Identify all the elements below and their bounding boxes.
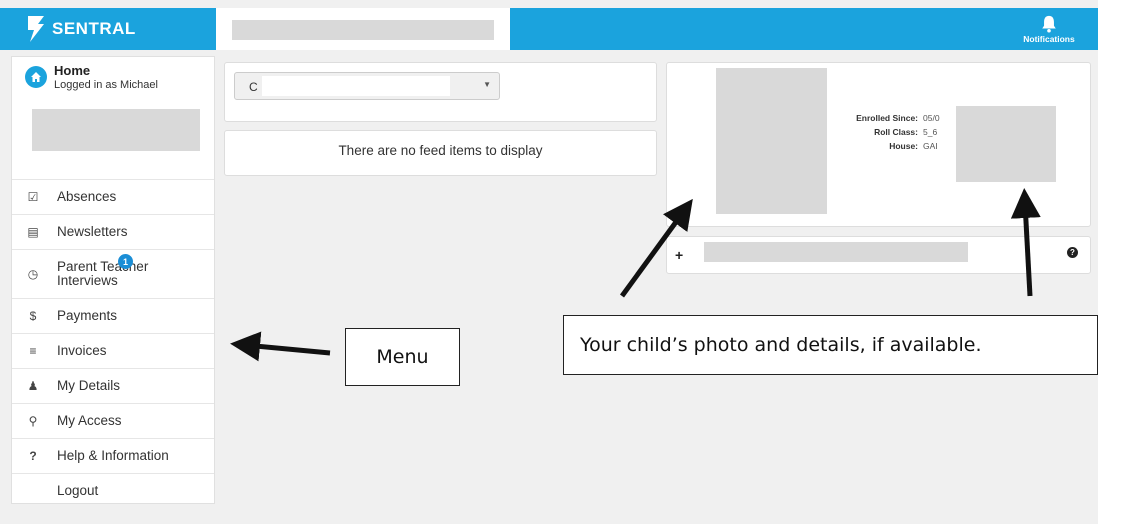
- sentral-logo[interactable]: SENTRAL: [24, 14, 136, 44]
- logged-in-as: Logged in as Michael: [54, 79, 158, 91]
- redacted-student-card: [32, 109, 200, 151]
- enrolled-since-label: Enrolled Since:: [856, 113, 918, 123]
- sidebar-item-label: Invoices: [57, 343, 107, 358]
- photo-callout-text: Your child’s photo and details, if avail…: [580, 334, 982, 356]
- clock-icon: ◷: [27, 267, 39, 281]
- sentral-s-icon: [28, 16, 44, 42]
- sidebar-item-label: Parent Teacher Interviews: [57, 259, 149, 288]
- notification-badge: 1: [118, 254, 133, 269]
- sidebar-item-invoices[interactable]: ≡ Invoices: [12, 333, 214, 368]
- user-icon: ♟: [27, 379, 39, 393]
- house-value: GAI: [923, 141, 938, 151]
- bell-icon: [1042, 15, 1056, 33]
- sidebar-item-label: My Details: [57, 378, 121, 393]
- sidebar-item-my-access[interactable]: ⚲ My Access: [12, 403, 214, 438]
- house-label: House:: [889, 141, 918, 151]
- redacted-panel-title: [704, 242, 968, 262]
- top-bar: SENTRAL Notifications: [0, 8, 1098, 50]
- sidebar-item-payments[interactable]: $ Payments: [12, 298, 214, 333]
- menu-callout-text: Menu: [376, 346, 429, 368]
- photo-callout: Your child’s photo and details, if avail…: [563, 315, 1098, 375]
- sidebar-item-label: Newsletters: [57, 224, 128, 239]
- sidebar-item-label: Help & Information: [57, 448, 169, 463]
- menu-list: ☑ Absences ▤ Newsletters ◷ Parent Teache…: [12, 179, 214, 508]
- student-select-value: C: [249, 80, 258, 94]
- sidebar-item-parent-teacher-interviews[interactable]: ◷ Parent Teacher Interviews 1: [12, 249, 214, 298]
- notifications-button[interactable]: Notifications: [1022, 12, 1076, 44]
- checkbox-icon: ☑: [27, 190, 39, 204]
- list-icon: ≡: [29, 344, 37, 358]
- sidebar-item-label: Logout: [57, 483, 99, 498]
- key-icon: ⚲: [28, 414, 38, 428]
- student-details: Enrolled Since: 05/0 Roll Class: 5_6 Hou…: [840, 111, 945, 153]
- sidebar-item-newsletters[interactable]: ▤ Newsletters: [12, 214, 214, 249]
- enrolled-since-value: 05/0: [923, 113, 940, 123]
- sidebar-item-label: My Access: [57, 413, 122, 428]
- newspaper-icon: ▤: [27, 225, 39, 239]
- notifications-label: Notifications: [1023, 34, 1075, 44]
- app-window: SENTRAL Notifications Home Logged in as …: [0, 0, 1098, 524]
- roll-class-value: 5_6: [923, 127, 938, 137]
- sidebar-item-absences[interactable]: ☑ Absences: [12, 179, 214, 214]
- menu-callout: Menu: [345, 328, 460, 386]
- feed-card: There are no feed items to display: [224, 130, 657, 176]
- redacted-search-content: [232, 20, 494, 40]
- sidebar-item-my-details[interactable]: ♟ My Details: [12, 368, 214, 403]
- brand-name: SENTRAL: [52, 19, 136, 38]
- sidebar-item-label: Payments: [57, 308, 118, 323]
- sidebar-home[interactable]: Home Logged in as Michael: [12, 57, 216, 181]
- dollar-icon: $: [29, 309, 37, 323]
- roll-class-label: Roll Class:: [874, 127, 918, 137]
- redacted-student-photo: [716, 68, 827, 214]
- plus-icon[interactable]: +: [675, 247, 683, 263]
- help-icon[interactable]: ?: [1067, 247, 1078, 258]
- sidebar-item-label: Absences: [57, 189, 117, 204]
- question-icon: ?: [29, 449, 37, 463]
- sidebar-item-logout[interactable]: Logout: [12, 473, 214, 508]
- redacted-student-name: [262, 76, 450, 96]
- home-icon: [25, 66, 47, 88]
- redacted-secondary-image: [956, 106, 1056, 182]
- feed-empty-message: There are no feed items to display: [338, 143, 543, 158]
- sidebar-item-help[interactable]: ? Help & Information: [12, 438, 214, 473]
- caret-down-icon: ▼: [483, 80, 491, 89]
- sidebar-menu: Home Logged in as Michael ☑ Absences ▤ N…: [11, 56, 215, 504]
- home-title: Home: [54, 63, 91, 78]
